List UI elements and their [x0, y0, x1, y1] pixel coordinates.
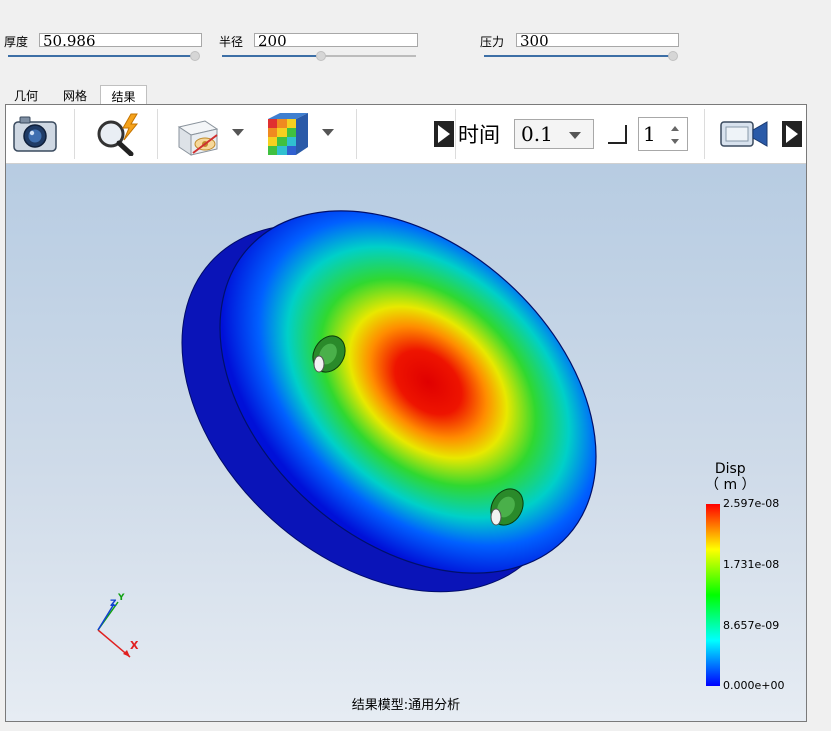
chevron-down-icon: [569, 132, 581, 139]
thickness-slider-thumb[interactable]: [190, 51, 200, 61]
legend-tick-min: 0.000e+00: [723, 679, 785, 692]
pressure-label: 压力: [480, 35, 505, 49]
screenshot-button[interactable]: [10, 111, 60, 157]
legend-tick-max: 2.597e-08: [723, 497, 780, 510]
video-camera-icon: [720, 121, 768, 147]
legend-title-quantity: Disp: [714, 461, 746, 477]
radius-slider[interactable]: [222, 51, 416, 61]
radius-input[interactable]: 200: [254, 33, 418, 47]
display-mode-icon: [177, 120, 219, 156]
results-panel: 时间 0.1 1 X Y Z Disp （ m ） 2.597e-08 1.73…: [5, 104, 807, 722]
step-corner-icon: [608, 125, 627, 144]
results-toolbar: 时间 0.1 1: [6, 105, 806, 164]
color-map-dropdown-arrow[interactable]: [322, 129, 334, 136]
time-select-value: 0.1: [521, 122, 553, 146]
axis-label-y: Y: [117, 593, 125, 603]
tab-results[interactable]: 结果: [100, 85, 147, 105]
legend-tick-2: 1.731e-08: [723, 558, 780, 571]
pressure-slider-thumb[interactable]: [668, 51, 678, 61]
axis-label-x: X: [130, 639, 139, 652]
result-viewport[interactable]: X Y Z Disp （ m ） 2.597e-08 1.731e-08 8.6…: [6, 164, 806, 721]
model-label: 结果模型:通用分析: [351, 698, 461, 713]
radius-slider-thumb[interactable]: [316, 51, 326, 61]
toolbar-scroll-left-icon[interactable]: [434, 121, 454, 147]
toolbar-scroll-right-icon[interactable]: [782, 121, 802, 147]
axis-triad: X Y Z: [97, 593, 139, 658]
color-cube-icon: [268, 113, 308, 155]
step-spinbox-value: 1: [643, 122, 656, 146]
zoom-fit-button[interactable]: [90, 111, 146, 157]
thickness-label: 厚度: [4, 35, 29, 49]
time-label: 时间: [458, 123, 500, 147]
magnifier-lightning-icon: [97, 113, 139, 156]
thickness-slider[interactable]: [8, 51, 201, 61]
legend-color-bar: [706, 504, 720, 686]
legend-tick-3: 8.657e-09: [723, 619, 780, 632]
time-select[interactable]: 0.1: [514, 119, 594, 149]
record-video-button[interactable]: [718, 111, 770, 157]
legend-title: Disp （ m ）: [705, 461, 756, 493]
spin-up-icon[interactable]: [671, 126, 679, 131]
radius-param: 半径 200: [218, 32, 428, 61]
thickness-input[interactable]: 50.986: [39, 33, 202, 47]
display-mode-button[interactable]: [172, 111, 224, 157]
color-map-button[interactable]: [262, 111, 314, 157]
axis-label-z: Z: [110, 599, 117, 609]
pressure-slider[interactable]: [484, 51, 678, 61]
radius-label: 半径: [219, 35, 244, 49]
tab-mesh[interactable]: 网格: [54, 85, 96, 105]
thickness-param: 厚度 50.986: [0, 32, 210, 61]
result-disc-model: X Y Z: [97, 210, 720, 686]
step-spinbox[interactable]: 1: [638, 117, 688, 151]
legend-title-unit: （ m ）: [705, 477, 756, 493]
tab-geometry[interactable]: 几何: [6, 85, 46, 105]
camera-icon: [13, 116, 57, 152]
display-mode-dropdown-arrow[interactable]: [232, 129, 244, 136]
pressure-param: 压力 300: [478, 32, 688, 61]
pressure-input[interactable]: 300: [516, 33, 679, 47]
spin-down-icon[interactable]: [671, 139, 679, 144]
